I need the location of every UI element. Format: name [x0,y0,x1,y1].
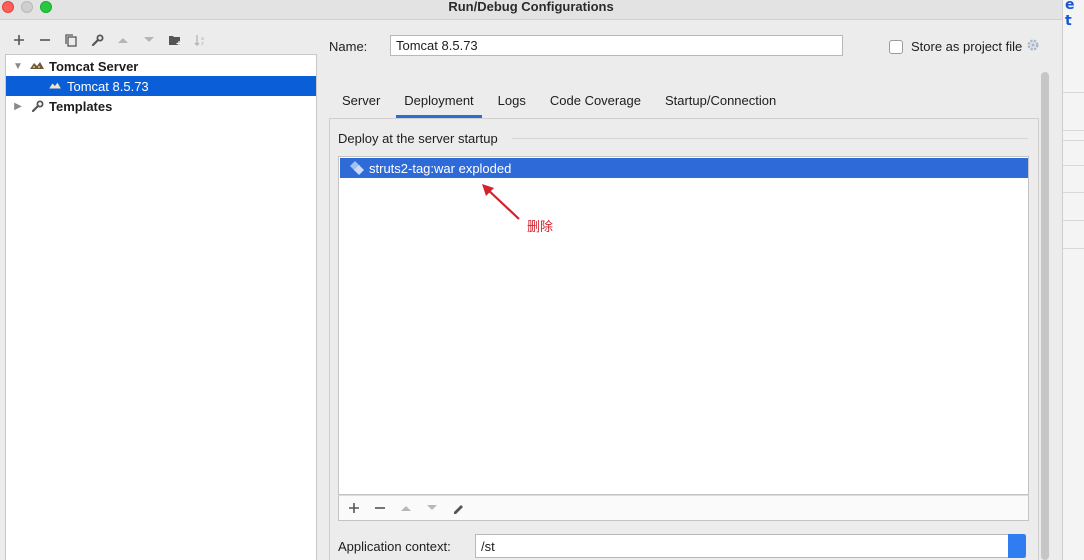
remove-icon[interactable] [367,498,393,518]
background-window-text: e t [1065,0,1075,29]
deployment-list-item[interactable]: struts2-tag:war exploded [340,158,1028,178]
application-context-label: Application context: [338,539,451,554]
configurations-toolbar: az [6,30,214,50]
tree-item-templates[interactable]: ▶ Templates [6,96,316,116]
wrench-icon [28,100,46,113]
application-context-dropdown-button[interactable] [1008,534,1026,558]
tree-item-tomcat-config[interactable]: Tomcat 8.5.73 [6,76,316,96]
tab-startup-connection[interactable]: Startup/Connection [657,90,784,118]
deployment-item-label: struts2-tag:war exploded [369,160,512,176]
sort-icon[interactable]: az [188,30,214,50]
artifact-icon [349,160,365,176]
wrench-icon[interactable] [84,30,110,50]
tomcat-icon [46,81,64,91]
copy-icon[interactable] [58,30,84,50]
move-up-icon[interactable] [110,30,136,50]
store-as-project-file[interactable]: Store as project file [889,38,1040,55]
scrollbar-thumb[interactable] [1041,72,1049,560]
window-title: Run/Debug Configurations [448,0,614,14]
annotation-arrow [482,184,520,220]
tab-logs[interactable]: Logs [490,90,534,118]
move-down-icon[interactable] [136,30,162,50]
tree-item-label: Templates [49,98,113,114]
gear-icon[interactable] [1026,38,1040,55]
tree-item-tomcat-server[interactable]: ▼ Tomcat Server [6,56,316,76]
tree-item-label: Tomcat 8.5.73 [67,78,149,94]
deployment-list-toolbar [338,495,1029,521]
move-down-icon[interactable] [419,498,445,518]
expand-arrow-icon[interactable]: ▼ [12,61,24,72]
store-as-project-file-label: Store as project file [911,39,1023,54]
remove-icon[interactable] [32,30,58,50]
annotation-text: 删除 [527,220,554,235]
tomcat-icon [28,60,46,72]
name-label: Name: [329,39,368,54]
tree-item-label: Tomcat Server [49,58,139,74]
folder-add-icon[interactable] [162,30,188,50]
tab-server[interactable]: Server [334,90,388,118]
configurations-tree: ▼ Tomcat Server Tomcat 8.5.73 ▶ Template… [5,54,317,560]
tab-code-coverage[interactable]: Code Coverage [542,90,649,118]
move-up-icon[interactable] [393,498,419,518]
deploy-group-title: Deploy at the server startup [338,131,506,146]
store-as-project-file-checkbox[interactable] [889,39,903,54]
background-window: e t [1062,0,1084,560]
svg-text:z: z [201,41,204,46]
add-icon[interactable] [6,30,32,50]
name-field[interactable] [390,35,843,56]
add-icon[interactable] [341,498,367,518]
tab-deployment[interactable]: Deployment [396,90,482,118]
title-bar: Run/Debug Configurations [0,0,1062,20]
deployment-list[interactable]: struts2-tag:war exploded [338,156,1029,495]
group-divider [512,138,1028,139]
collapse-arrow-icon[interactable]: ▶ [12,101,24,112]
config-tabs: Server Deployment Logs Code Coverage Sta… [334,90,792,118]
application-context-field[interactable] [475,534,1026,558]
edit-icon[interactable] [445,498,471,518]
